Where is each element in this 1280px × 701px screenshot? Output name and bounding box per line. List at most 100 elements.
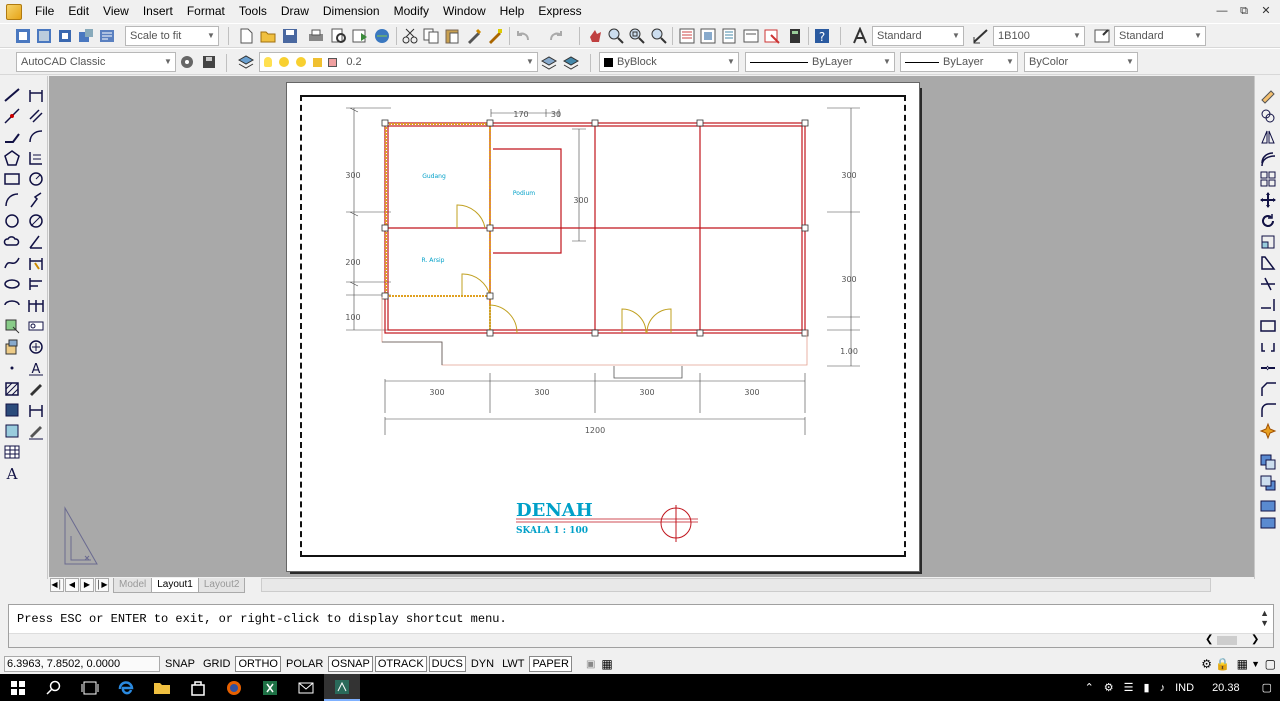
paper-toggle[interactable]: PAPER (529, 656, 572, 672)
mail-icon[interactable] (288, 674, 324, 701)
cut-icon[interactable] (401, 27, 419, 45)
radius-dimension-icon[interactable] (27, 170, 45, 188)
coordinate-display[interactable]: 6.3963, 7.8502, 0.0000 (4, 656, 160, 672)
hatch-icon[interactable] (3, 380, 21, 398)
scale-select[interactable]: Scale to fit ▼ (125, 26, 219, 46)
ordinate-dimension-icon[interactable] (27, 149, 45, 167)
aligned-dimension-icon[interactable] (27, 107, 45, 125)
dimension-text-edit-icon[interactable] (27, 380, 45, 398)
layer-properties-icon[interactable] (237, 53, 255, 71)
match-properties-icon[interactable] (465, 27, 483, 45)
table-icon[interactable] (3, 443, 21, 461)
lineweight-select[interactable]: ByLayer ▼ (900, 52, 1018, 72)
scale-icon[interactable] (1259, 233, 1277, 251)
autocad-task-icon[interactable] (324, 674, 360, 701)
tolerance-icon[interactable] (27, 317, 45, 335)
excel-icon[interactable] (252, 674, 288, 701)
command-hscrollbar[interactable]: ❮ ❯ (9, 633, 1273, 647)
bring-to-front-icon[interactable] (1259, 453, 1277, 471)
dim-style-icon[interactable] (972, 27, 990, 45)
workspace-save-icon[interactable] (200, 53, 218, 71)
plot-icon[interactable] (307, 27, 325, 45)
osnap-toggle[interactable]: OSNAP (328, 656, 373, 672)
multiline-text-icon[interactable]: A (3, 464, 21, 483)
3d-dwf-icon[interactable] (373, 27, 391, 45)
last-tab-icon[interactable]: │▶ (95, 578, 109, 592)
linear-dimension-icon[interactable] (27, 86, 45, 104)
jogged-dimension-icon[interactable] (27, 191, 45, 209)
first-tab-icon[interactable]: ◀│ (50, 578, 64, 592)
diameter-dimension-icon[interactable] (27, 212, 45, 230)
tool-palettes-icon[interactable] (720, 27, 738, 45)
next-tab-icon[interactable]: ▶ (80, 578, 94, 592)
table-style-select[interactable]: Standard ▼ (1114, 26, 1206, 46)
menu-modify[interactable]: Modify (387, 0, 436, 23)
array-icon[interactable] (1259, 170, 1277, 188)
extend-icon[interactable] (1259, 296, 1277, 314)
clean-screen-icon[interactable]: ▢ (1265, 657, 1276, 671)
status-menu-icon[interactable]: ▼ (1251, 659, 1260, 669)
wifi-icon[interactable]: ☰ (1124, 681, 1134, 694)
dimension-edit-icon[interactable]: A (27, 359, 45, 377)
pan-icon[interactable] (586, 27, 604, 45)
send-under-objects-icon[interactable] (1259, 516, 1277, 534)
bring-above-objects-icon[interactable] (1259, 495, 1277, 513)
task-view-icon[interactable] (72, 674, 108, 701)
layer-select[interactable]: 0.2 ▼ (259, 52, 538, 72)
dimension-style-icon[interactable] (27, 422, 45, 440)
ellipse-arc-icon[interactable] (3, 296, 21, 314)
store-icon[interactable] (180, 674, 216, 701)
ortho-toggle[interactable]: ORTHO (235, 656, 281, 672)
polar-toggle[interactable]: POLAR (283, 656, 326, 672)
prev-tab-icon[interactable]: ◀ (65, 578, 79, 592)
search-icon[interactable] (36, 674, 72, 701)
tab-layout1[interactable]: Layout1 (151, 577, 199, 593)
lwt-toggle[interactable]: LWT (499, 656, 527, 672)
layer-previous-icon[interactable] (562, 53, 580, 71)
plot-preview-icon[interactable] (329, 27, 347, 45)
revision-cloud-icon[interactable] (3, 233, 21, 251)
baseline-dimension-icon[interactable] (27, 275, 45, 293)
join-icon[interactable] (1259, 359, 1277, 377)
menu-file[interactable]: File (28, 0, 61, 23)
circle-icon[interactable] (3, 212, 21, 230)
point-icon[interactable] (3, 359, 21, 377)
scroll-thumb[interactable] (1217, 636, 1237, 645)
horizontal-scrollbar[interactable] (261, 578, 1212, 592)
network-sharing-icon[interactable]: ⚙ (1104, 681, 1114, 694)
linetype-select[interactable]: ByLayer ▼ (745, 52, 895, 72)
firefox-icon[interactable] (216, 674, 252, 701)
tab-model[interactable]: Model (113, 577, 153, 593)
calculator-icon[interactable] (786, 27, 804, 45)
polygon-icon[interactable] (3, 149, 21, 167)
workspace-select[interactable]: AutoCAD Classic ▼ (16, 52, 176, 72)
zoom-previous-icon[interactable] (650, 27, 668, 45)
construction-line-icon[interactable] (3, 107, 21, 125)
polyline-icon[interactable] (3, 128, 21, 146)
menu-format[interactable]: Format (180, 0, 232, 23)
make-object-layer-current-icon[interactable] (540, 53, 558, 71)
trim-icon[interactable] (1259, 275, 1277, 293)
publish-icon[interactable] (56, 27, 74, 45)
menu-insert[interactable]: Insert (136, 0, 180, 23)
maximize-viewport-icon[interactable]: ▣ (586, 659, 595, 670)
sheet-set-manager-icon[interactable] (742, 27, 760, 45)
ellipse-icon[interactable] (3, 275, 21, 293)
help-icon[interactable]: ? (813, 27, 831, 45)
dimension-update-icon[interactable] (27, 401, 45, 419)
break-icon[interactable] (1259, 338, 1277, 356)
gradient-icon[interactable] (3, 401, 21, 419)
menu-edit[interactable]: Edit (61, 0, 96, 23)
spline-icon[interactable] (3, 254, 21, 272)
scroll-left-icon[interactable]: ❮ (1205, 634, 1213, 645)
send-to-back-icon[interactable] (1259, 474, 1277, 492)
arc-icon[interactable] (3, 191, 21, 209)
viewport-scale-icon[interactable]: ▦ (601, 657, 612, 671)
menu-view[interactable]: View (96, 0, 136, 23)
block-editor-icon[interactable] (486, 27, 504, 45)
open-folder-icon[interactable] (259, 27, 277, 45)
paperspace-viewport[interactable]: 170 30 300 200 100 300 300 1.00 300 300 … (300, 95, 906, 557)
rectangle-icon[interactable] (3, 170, 21, 188)
ducs-toggle[interactable]: DUCS (428, 656, 466, 672)
center-mark-icon[interactable] (27, 338, 45, 356)
